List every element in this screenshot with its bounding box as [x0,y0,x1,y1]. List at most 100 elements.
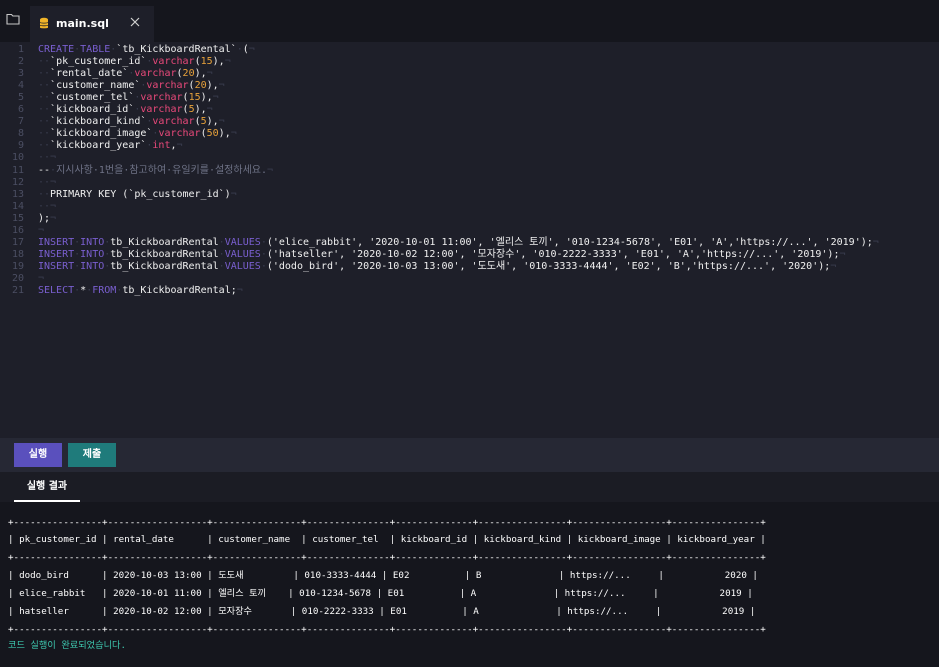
line-number: 20 [11,272,24,284]
submit-button[interactable]: 제출 [68,443,116,467]
code-token: 50 [206,128,219,140]
line-code: ··`kickboard_id`·varchar(5),¬ [38,104,213,116]
code-token: VALUES [224,248,261,260]
line-code: ··`rental_date`·varchar(20),¬ [38,68,213,80]
code-token: ·· [38,188,51,200]
line-number: 17 [11,236,24,248]
code-token: varchar [140,92,183,104]
code-line[interactable]: 7 ··`kickboard_kind`·varchar(5),¬ [0,116,939,128]
line-code: ··`pk_customer_id`·varchar(15),¬ [38,56,231,68]
code-token: ·· [38,56,51,68]
code-line[interactable]: 6 ··`kickboard_id`·varchar(5),¬ [0,104,939,116]
code-line[interactable]: 11 --·지시사항·1번을·참고하여·유일키를·설정하세요.¬ [0,165,939,177]
line-number: 13 [11,188,24,200]
folder-icon[interactable] [6,13,20,25]
code-token: ·· [38,104,51,116]
code-line[interactable]: 8 ··`kickboard_image`·varchar(50),¬ [0,128,939,140]
code-token: ·· [38,140,51,152]
code-token: `customer_name` [50,80,141,92]
code-token: tb_KickboardRental [110,260,219,272]
code-editor[interactable]: 1 CREATE·TABLE·`tb_KickboardRental`·(¬ 2 ··… [0,42,939,438]
code-line[interactable]: 16 ¬ [0,225,939,237]
code-token: ), [212,56,225,68]
result-table-line: | dodo_bird | 2020-10-03 13:00 | 도도새 | 0… [8,570,758,581]
code-token: ('dodo_bird', '2020-10-03 13:00', '도도새',… [266,260,831,272]
code-line[interactable]: 12 ··¬ [0,177,939,189]
code-token: VALUES [224,236,261,248]
code-token: ¬ [872,236,879,248]
code-line[interactable]: 10 ··¬ [0,152,939,164]
code-line[interactable]: 15);¬ [0,213,939,225]
line-number: 19 [11,260,24,272]
line-number: 1 [17,44,24,55]
code-token: tb_KickboardRental; [122,285,237,296]
code-token: `kickboard_image` [50,128,153,140]
code-token: ¬ [236,285,243,296]
code-token: ·· [38,92,51,104]
code-token: `kickboard_year` [50,140,147,152]
code-token: ¬ [38,272,45,284]
line-code: ··`customer_tel`·varchar(15),¬ [38,92,219,104]
code-line[interactable]: 1 CREATE·TABLE·`tb_KickboardRental`·(¬ [0,44,939,56]
code-line[interactable]: 18 INSERT·INTO·tb_KickboardRental·VALUES·… [0,249,939,261]
code-token: ·· [38,116,51,128]
line-code: INSERT·INTO·tb_KickboardRental·VALUES·('… [38,261,836,273]
code-token: varchar [134,68,177,80]
code-token: `kickboard_kind` [50,116,147,128]
code-token: `pk_customer_id` [50,56,147,68]
code-token: tb_KickboardRental [110,248,219,260]
line-number: 12 [11,176,24,188]
action-bar: 실행 제출 [0,438,939,472]
tab-execution-result[interactable]: 실행 결과 [14,472,80,502]
code-line[interactable]: 5 ··`customer_tel`·varchar(15),¬ [0,92,939,104]
code-token: `kickboard_id` [50,104,135,116]
line-number: 8 [17,128,24,140]
code-token: varchar [152,116,195,128]
code-token: ¬ [839,248,846,260]
result-output: +----------------+------------------+---… [0,502,939,667]
line-code: ··`customer_name`·varchar(20),¬ [38,80,225,92]
line-number: 10 [11,152,24,164]
run-button[interactable]: 실행 [14,443,62,467]
code-token: INSERT [38,248,75,260]
code-token: -- [38,164,51,176]
tab-filename: main.sql [56,17,109,30]
result-table-line: +----------------+------------------+---… [8,517,766,528]
code-token: INTO [80,248,105,260]
line-number: 5 [17,92,24,104]
line-code: ··¬ [38,177,56,189]
code-token: 20 [194,80,207,92]
status-message: 코드 실행이 완료되었습니다. [8,640,127,651]
code-token: ¬ [212,92,219,104]
close-icon[interactable] [128,15,142,29]
tab-main-sql[interactable]: main.sql [30,6,154,42]
result-table-line: +----------------+------------------+---… [8,624,766,635]
code-token: ··¬ [38,200,57,212]
code-line[interactable]: 21 SELECT·*·FROM·tb_KickboardRental;¬ [0,285,939,297]
code-line[interactable]: 2 ··`pk_customer_id`·varchar(15),¬ [0,56,939,68]
code-token: ¬ [224,56,231,68]
code-line[interactable]: 19 INSERT·INTO·tb_KickboardRental·VALUES·… [0,261,939,273]
code-line[interactable]: 17 INSERT·INTO·tb_KickboardRental·VALUES·… [0,237,939,249]
code-token: INSERT [38,236,75,248]
code-token: `rental_date` [50,68,129,80]
line-code: );¬ [38,213,56,225]
database-file-icon [39,17,49,29]
code-token: ¬ [248,44,255,55]
code-line[interactable]: 9 ··`kickboard_year`·int,¬ [0,140,939,152]
line-number: 7 [17,116,24,128]
code-line[interactable]: 14 ··¬ [0,201,939,213]
code-token: ), [194,104,207,116]
line-code: ··¬ [38,152,56,164]
code-line[interactable]: 4 ··`customer_name`·varchar(20),¬ [0,80,939,92]
code-token: ), [206,80,219,92]
line-code: ··`kickboard_kind`·varchar(5),¬ [38,116,225,128]
code-line[interactable]: 3 ··`rental_date`·varchar(20),¬ [0,68,939,80]
code-line[interactable]: 20 ¬ [0,273,939,285]
code-token: ··¬ [38,176,57,188]
code-token: `customer_tel` [50,92,135,104]
code-token: `tb_KickboardRental` [116,44,237,55]
code-token: ·· [38,68,51,80]
code-token: INTO [80,260,105,272]
code-line[interactable]: 13 ··PRIMARY KEY (`pk_customer_id`)¬ [0,189,939,201]
